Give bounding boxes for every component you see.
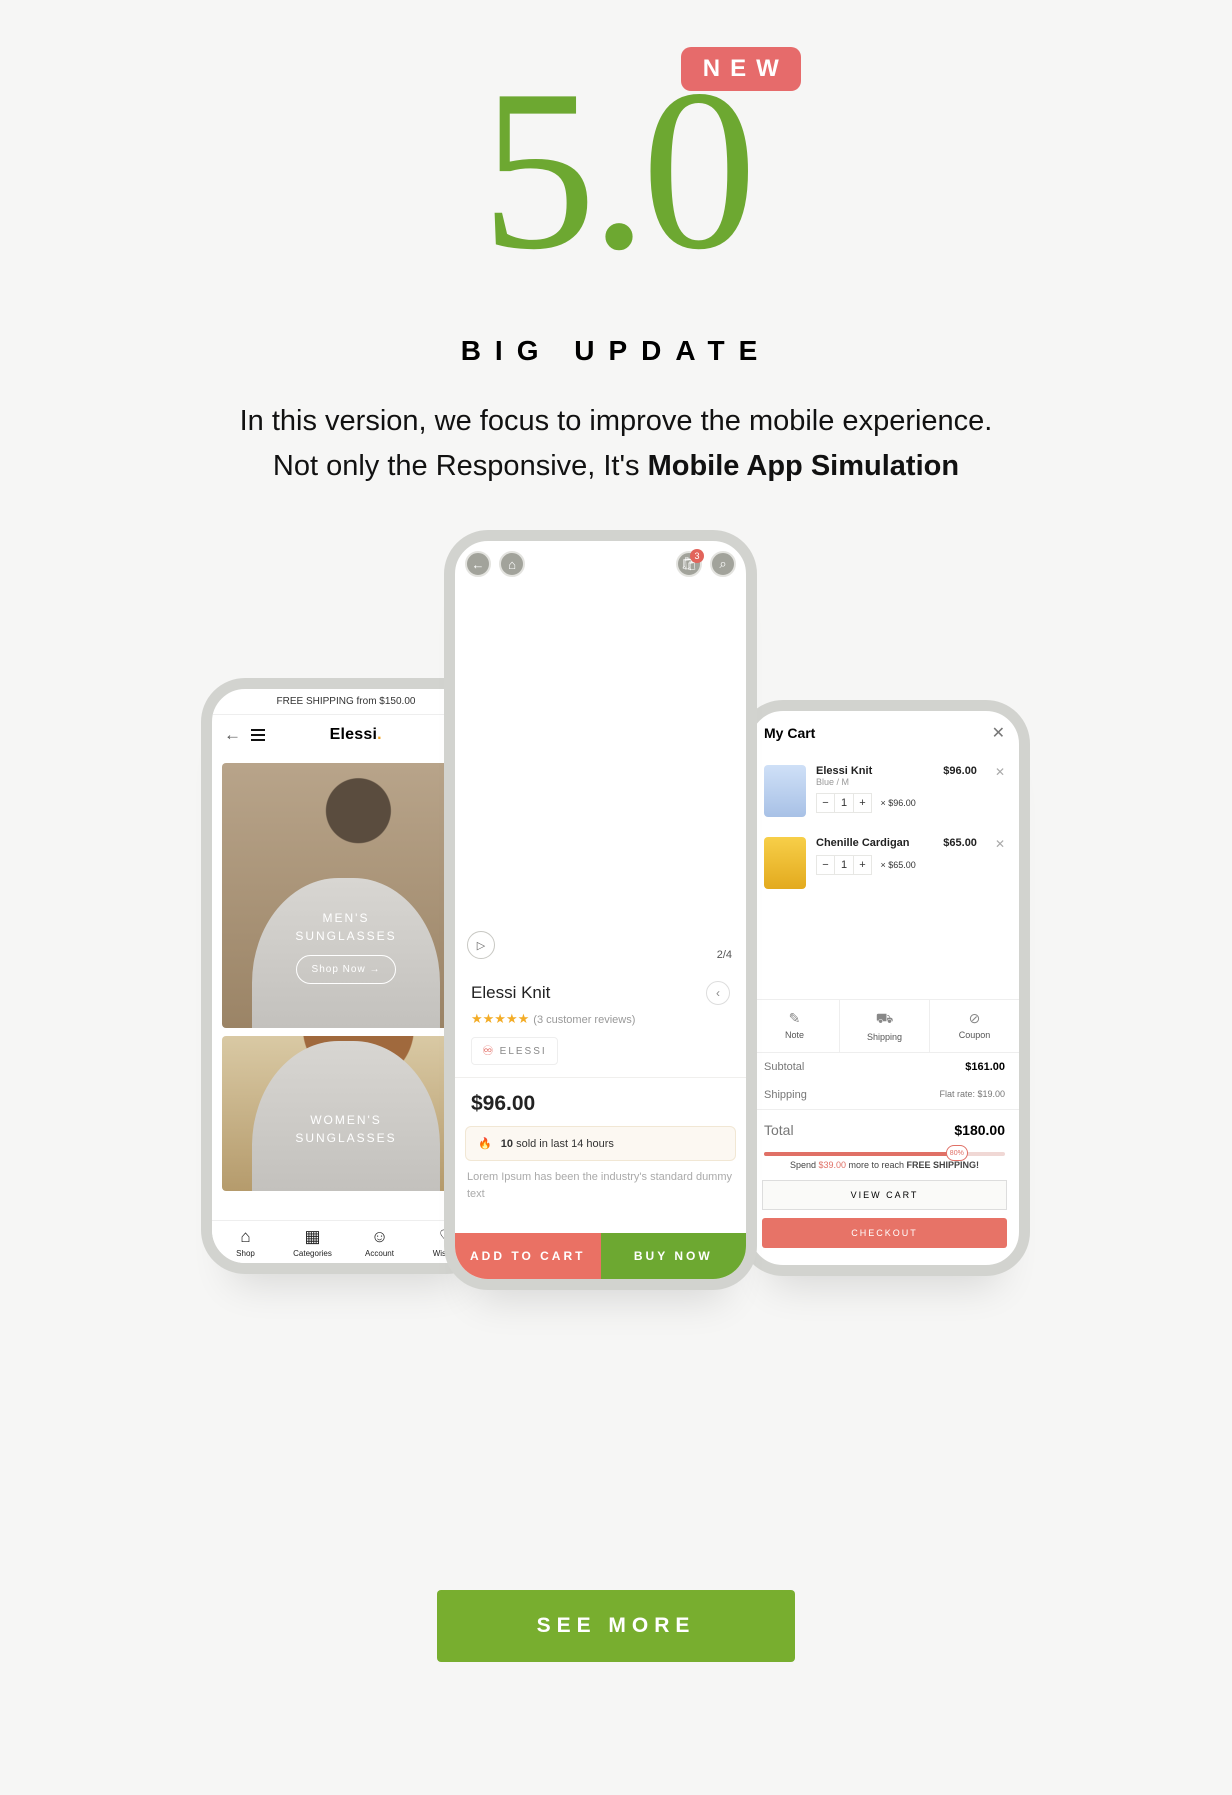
promo-title-1: MEN'S — [295, 909, 396, 927]
promo-strip: FREE SHIPPING from $150.00 — [212, 689, 480, 715]
progress-percent: 80% — [946, 1145, 968, 1161]
unit-price: × $96.00 — [881, 798, 916, 808]
promo2-title-2: SUNGLASSES — [295, 1129, 396, 1147]
qty-plus[interactable]: + — [853, 794, 871, 812]
option-coupon[interactable]: ⊘Coupon — [930, 1000, 1019, 1052]
cart-options: ✎Note ⛟Shipping ⊘Coupon — [750, 999, 1019, 1053]
promo2-title-1: WOMEN'S — [295, 1111, 396, 1129]
qty-value: 1 — [835, 794, 853, 812]
close-icon[interactable]: ✕ — [992, 723, 1005, 743]
cart-item: Chenille Cardigan − 1 + × $65.00 $65.00 … — [750, 827, 1019, 899]
subtotal-value: $161.00 — [965, 1061, 1005, 1073]
line-price: $96.00 — [943, 765, 977, 777]
product-description: Lorem Ipsum has been the industry's stan… — [467, 1169, 734, 1202]
line-price: $65.00 — [943, 837, 977, 849]
cart-item-name[interactable]: Chenille Cardigan — [816, 837, 933, 849]
remove-icon[interactable]: ✕ — [995, 837, 1005, 851]
qty-minus[interactable]: − — [817, 794, 835, 812]
see-more-button[interactable]: SEE MORE — [437, 1590, 796, 1662]
rating-stars[interactable]: ★★★★★(3 customer reviews) — [471, 1011, 730, 1027]
free-shipping-progress: 80% — [764, 1152, 1005, 1156]
brand-pill[interactable]: ♾ ELESSI — [471, 1037, 558, 1065]
free-shipping-message: Spend $39.00 more to reach FREE SHIPPING… — [764, 1160, 1005, 1170]
option-note[interactable]: ✎Note — [750, 1000, 840, 1052]
tag-icon: ⊘ — [930, 1010, 1019, 1027]
chevron-left-icon[interactable]: ‹ — [706, 981, 730, 1005]
buy-now-button[interactable]: BUY NOW — [601, 1233, 747, 1279]
cart-title: My Cart — [764, 725, 815, 741]
promo-card-women[interactable]: WOMEN'S SUNGLASSES — [222, 1036, 470, 1191]
checkout-button[interactable]: CHECKOUT — [762, 1218, 1007, 1248]
home-icon: ⌂ — [212, 1227, 279, 1247]
user-icon: ☺ — [346, 1227, 413, 1247]
add-to-cart-button[interactable]: ADD TO CART — [455, 1233, 601, 1279]
cart-item-thumb[interactable] — [764, 765, 806, 817]
view-cart-button[interactable]: VIEW CART — [762, 1180, 1007, 1210]
tab-shop[interactable]: ⌂Shop — [212, 1221, 279, 1263]
phone-product: ← ⌂ 🛍3 ⌕ ▷ 2/4 Elessi Knit ‹ ★★★★★(3 cus… — [444, 530, 757, 1290]
total-value: $180.00 — [954, 1122, 1005, 1138]
store-icon[interactable]: ⌂ — [499, 551, 525, 577]
unit-price: × $65.00 — [881, 860, 916, 870]
cart-item-name[interactable]: Elessi Knit — [816, 765, 933, 777]
subtotal-label: Subtotal — [764, 1061, 804, 1073]
fire-icon: 🔥 — [478, 1138, 492, 1150]
product-title: Elessi Knit — [471, 983, 730, 1003]
play-icon[interactable]: ▷ — [467, 931, 495, 959]
truck-icon: ⛟ — [840, 1010, 929, 1029]
search-icon[interactable]: ⌕ — [710, 551, 736, 577]
brand-logo[interactable]: Elessi. — [265, 726, 446, 744]
image-pager: 2/4 — [717, 949, 732, 961]
total-label: Total — [764, 1122, 794, 1138]
cart-item-thumb[interactable] — [764, 837, 806, 889]
grid-icon: ▦ — [279, 1227, 346, 1247]
menu-icon[interactable] — [251, 729, 265, 741]
cart-item: Elessi Knit Blue / M − 1 + × $96.00 $96.… — [750, 755, 1019, 827]
shipping-label: Shipping — [764, 1089, 807, 1101]
qty-plus[interactable]: + — [853, 856, 871, 874]
cart-icon[interactable]: 🛍3 — [676, 551, 702, 577]
reviews-count: (3 customer reviews) — [533, 1014, 635, 1026]
tabbar: ⌂Shop ▦Categories ☺Account ♡Wishlist — [212, 1220, 480, 1263]
quantity-stepper: − 1 + — [816, 855, 872, 875]
product-price: $96.00 — [471, 1092, 730, 1116]
back-icon[interactable]: ← — [224, 725, 241, 745]
promo-card-men[interactable]: MEN'S SUNGLASSES Shop Now → — [222, 763, 470, 1028]
phone-cart: My Cart ✕ Elessi Knit Blue / M − 1 + × $… — [739, 700, 1030, 1276]
qty-minus[interactable]: − — [817, 856, 835, 874]
qty-value: 1 — [835, 856, 853, 874]
note-icon: ✎ — [750, 1010, 839, 1027]
sold-banner: 🔥 10 sold in last 14 hours — [465, 1126, 736, 1161]
remove-icon[interactable]: ✕ — [995, 765, 1005, 779]
shipping-value: Flat rate: $19.00 — [939, 1089, 1005, 1101]
back-icon[interactable]: ← — [465, 551, 491, 577]
promo-title-2: SUNGLASSES — [295, 927, 396, 945]
quantity-stepper: − 1 + — [816, 793, 872, 813]
tab-categories[interactable]: ▦Categories — [279, 1221, 346, 1263]
cart-count: 3 — [690, 549, 704, 563]
cart-item-variant: Blue / M — [816, 777, 933, 787]
brand-mark-icon: ♾ — [482, 1043, 496, 1059]
product-image[interactable]: ▷ 2/4 — [455, 541, 746, 971]
option-shipping[interactable]: ⛟Shipping — [840, 1000, 930, 1052]
shop-now-button[interactable]: Shop Now → — [296, 955, 397, 984]
tab-account[interactable]: ☺Account — [346, 1221, 413, 1263]
